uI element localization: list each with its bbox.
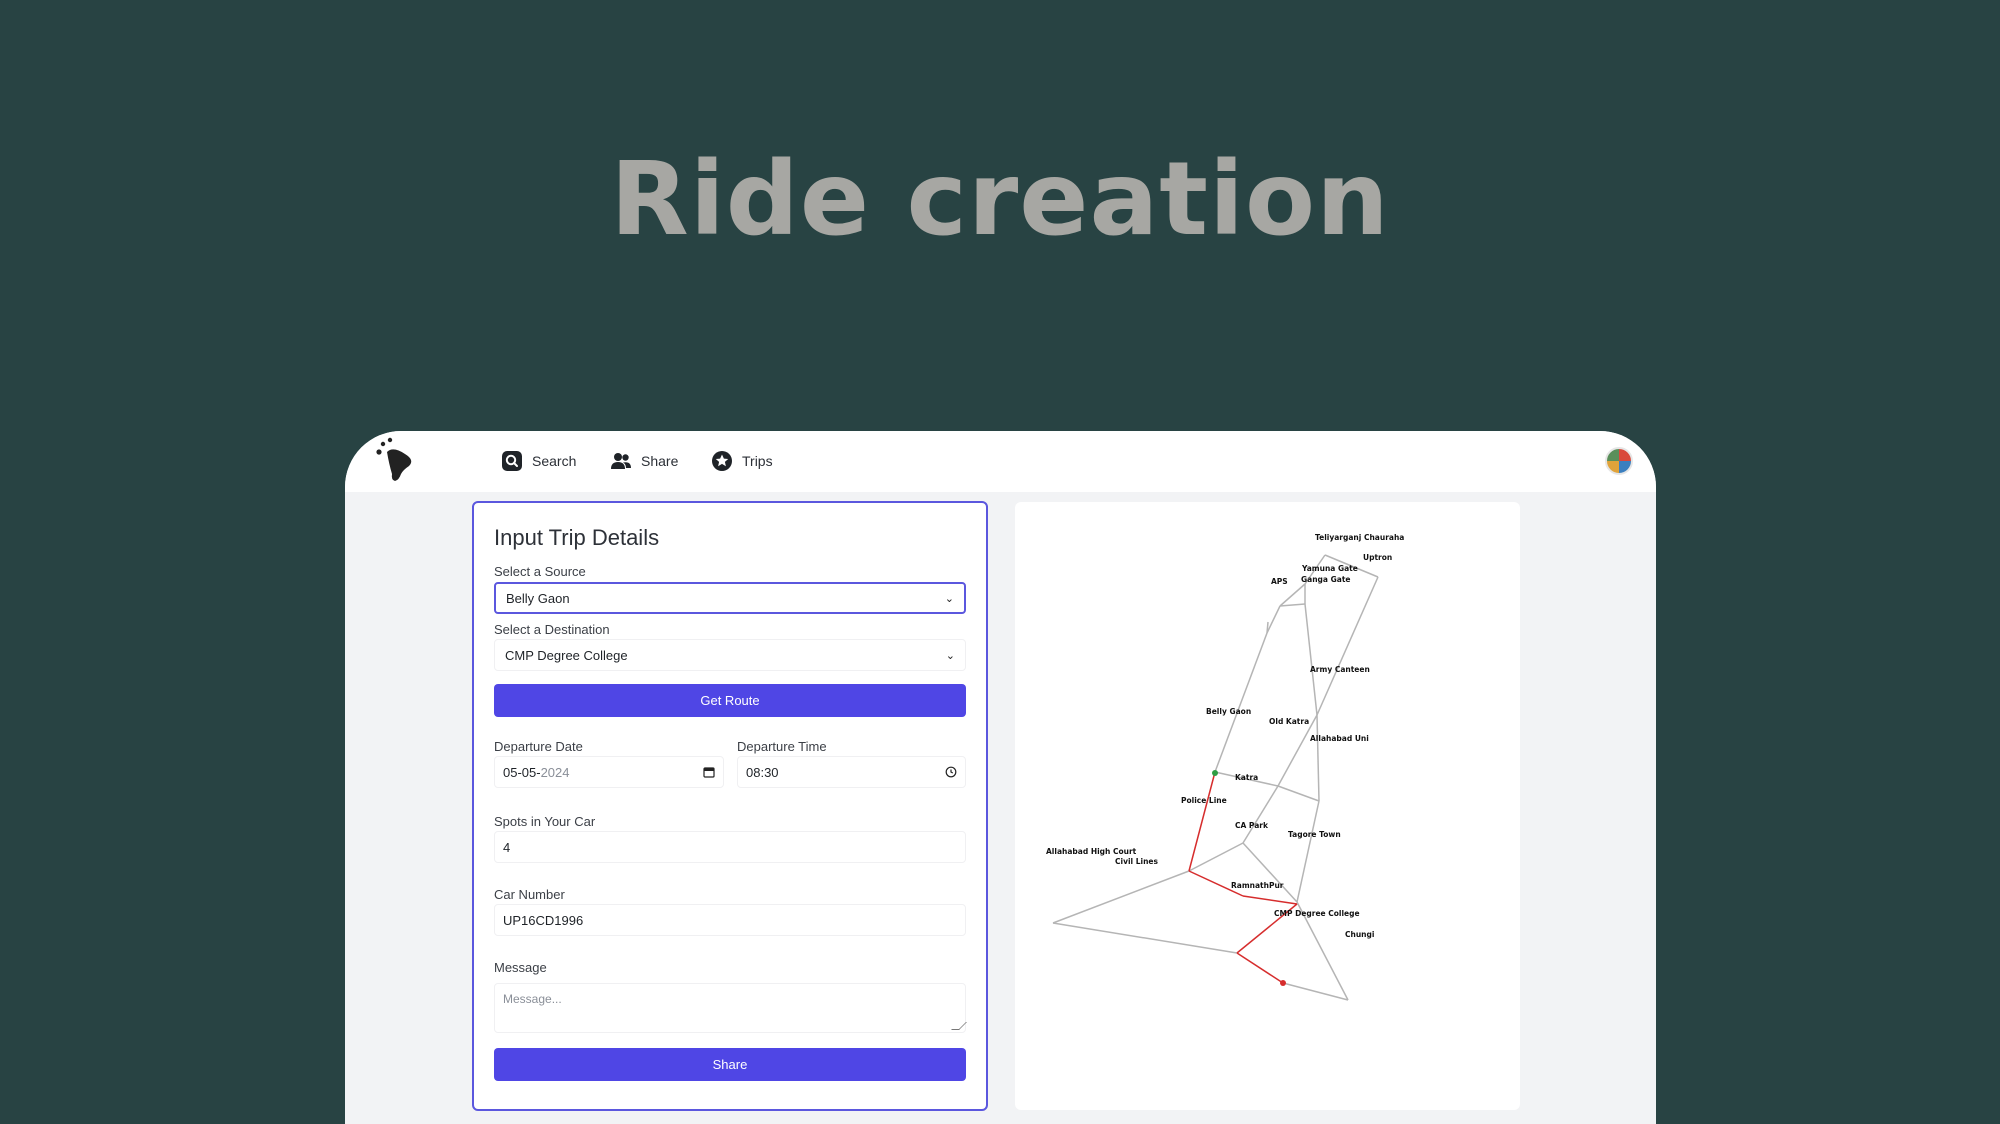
nav-search-label: Search [532,453,577,469]
node-label: Katra [1235,773,1258,782]
departure-date-value: 05-05-2024 [503,765,570,780]
source-select[interactable]: Belly Gaon ⌄ [494,582,966,614]
graph-edge [1279,603,1306,607]
route-edge [1188,771,1216,872]
graph-edge [1242,785,1279,844]
node-label: CMP Degree College [1274,909,1360,918]
destination-value: CMP Degree College [505,647,628,663]
star-icon [712,451,732,471]
car-number-value: UP16CD1996 [503,912,584,928]
message-label: Message [494,960,547,975]
source-value: Belly Gaon [506,590,570,606]
spots-input[interactable]: 4 [494,831,966,863]
chevron-down-icon: ⌄ [945,649,955,662]
nav-share-label: Share [641,453,679,469]
node-label: Belly Gaon [1206,707,1251,716]
node-label: Army Canteen [1310,665,1370,674]
node-label: Tagore Town [1288,830,1341,839]
departure-time-label: Departure Time [737,739,827,754]
car-number-label: Car Number [494,887,565,902]
app-window: Search Share Trips Input Trip Details Se… [345,431,1656,1124]
source-marker [1212,770,1218,776]
message-placeholder: Message... [503,992,562,1006]
destination-marker [1280,980,1286,986]
hero-title: Ride creation [610,140,1390,259]
graph-edge [1316,714,1320,802]
node-label: Civil Lines [1115,857,1158,866]
graph-edge [1214,632,1268,773]
nav-trips-label: Trips [742,453,773,469]
graph-edge [1304,603,1318,716]
node-label: Uptron [1363,553,1392,562]
share-button[interactable]: Share [494,1048,966,1081]
node-label: RamnathPur [1231,881,1284,890]
node-label: Police Line [1181,796,1227,805]
graph-edge [1316,576,1379,716]
node-label: Ganga Gate [1301,575,1351,584]
source-label: Select a Source [494,564,586,579]
nav-search[interactable]: Search [501,448,576,474]
node-label: Chungi [1345,930,1374,939]
nav-share[interactable]: Share [610,448,678,474]
graph-edge [1052,870,1190,924]
node-label: Allahabad High Court [1046,847,1137,856]
graph-edge [1266,605,1281,634]
get-route-button[interactable]: Get Route [494,684,966,717]
graph-edge [1277,785,1320,802]
route-graph: Teliyarganj Chauraha Uptron Yamuna Gate … [1046,533,1404,1001]
message-textarea[interactable]: Message... [494,983,967,1033]
spots-label: Spots in Your Car [494,814,596,829]
departure-time-input[interactable]: 08:30 [737,756,966,788]
destination-label: Select a Destination [494,622,610,637]
departure-date-label: Departure Date [494,739,583,754]
destination-select[interactable]: CMP Degree College ⌄ [494,639,966,671]
route-map: Teliyarganj Chauraha Uptron Yamuna Gate … [1015,502,1520,1110]
node-label: Teliyarganj Chauraha [1315,533,1404,542]
car-number-input[interactable]: UP16CD1996 [494,904,966,936]
graph-edge [1052,922,1238,954]
departure-time-value: 08:30 [746,764,779,780]
node-label: APS [1271,577,1288,586]
departure-date-day-month: 05-05- [503,764,541,780]
graph-edges [1052,554,1379,1001]
graph-edge [1266,621,1269,634]
graph-edge [1242,842,1298,903]
form-title: Input Trip Details [494,525,660,550]
search-icon [502,451,522,471]
departure-date-year: 2024 [540,764,570,780]
clock-icon[interactable] [945,766,957,778]
user-avatar[interactable] [1605,447,1633,475]
users-icon [611,453,631,469]
spots-value: 4 [503,839,511,855]
chevron-down-icon: ⌄ [944,592,954,605]
graph-edge [1279,583,1306,607]
nav-trips[interactable]: Trips [711,448,773,474]
node-label: CA Park [1235,821,1269,830]
route-edge [1236,952,1284,984]
graph-edge [1296,800,1320,903]
graph-edge [1188,842,1244,872]
route-edge [1242,895,1298,905]
node-label: Old Katra [1269,717,1309,726]
departure-date-input[interactable]: 05-05-2024 [494,756,724,788]
navbar: Search Share Trips [345,431,1656,492]
resize-grip-icon[interactable] [951,1022,967,1030]
node-label: Yamuna Gate [1301,564,1358,573]
graph-edge [1282,982,1349,1001]
logo-icon[interactable] [371,434,421,484]
node-label: Allahabad Uni [1310,734,1369,743]
calendar-icon[interactable] [703,766,715,778]
trip-form-card: Input Trip Details Select a Source Belly… [472,501,988,1111]
